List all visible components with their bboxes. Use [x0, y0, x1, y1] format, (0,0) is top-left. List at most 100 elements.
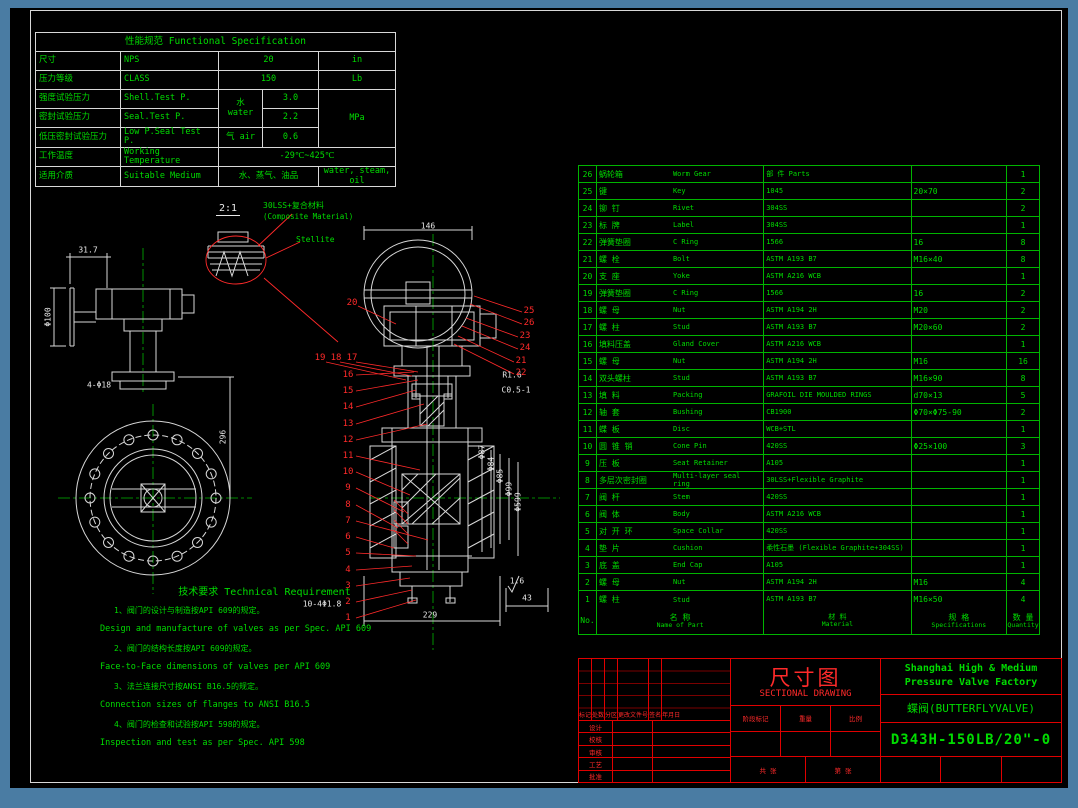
part-callout-number: 8 [345, 500, 350, 510]
technical-requirement-line: Face-to-Face dimensions of valves per AP… [92, 658, 437, 677]
part-number: 6 [579, 506, 597, 522]
part-callout-number: 14 [343, 402, 354, 412]
part-number: 24 [579, 200, 597, 216]
part-spec: d70×13 [912, 387, 1008, 403]
part-material: ASTM A216 WCB [764, 506, 911, 522]
part-material: ASTM A193 B7 [764, 591, 911, 608]
spec-lowseal-en: Low P.Seal Test P. [121, 128, 219, 148]
part-name-zh: 垫 片 [599, 543, 673, 554]
part-number: 17 [579, 319, 597, 335]
part-quantity: 1 [1007, 268, 1039, 284]
spec-pressure-unit: MPa [319, 90, 396, 148]
part-spec [912, 472, 1008, 488]
part-name: 多层次密封圈 Multi-layer seal ring [597, 472, 764, 488]
part-spec: M20 [912, 302, 1008, 318]
signature-row: 批准 [579, 771, 730, 782]
parts-list: 26 蜗轮箱 Worm Gear 部 件 Parts 1 25 键 Key 10… [578, 165, 1040, 635]
part-callout-number: 17 [347, 353, 358, 363]
spec-medium-val: 水、蒸气、油品 [219, 167, 319, 187]
bottom-cell [881, 757, 941, 782]
part-material: 1566 [764, 234, 911, 250]
part-number: 22 [579, 234, 597, 250]
spec-seal-en: Seal.Test P. [121, 109, 219, 128]
parts-table-row: 22 弹簧垫圈 C Ring 1566 16 8 [579, 234, 1039, 251]
part-spec: M20×60 [912, 319, 1008, 335]
part-callout-number: 21 [516, 356, 527, 366]
part-callout-number: 9 [345, 483, 350, 493]
part-name: 螺 母 Nut [597, 574, 764, 590]
part-material: ASTM A216 WCB [764, 336, 911, 352]
parts-table-row: 19 弹簧垫圈 C Ring 1566 16 2 [579, 285, 1039, 302]
part-name: 垫 片 Cushion [597, 540, 764, 556]
part-material: CB1900 [764, 404, 911, 420]
parts-table-row: 15 螺 母 Nut ASTM A194 2H M16 16 [579, 353, 1039, 370]
parts-table-row: 13 填 料 Packing GRAFOIL DIE MOULDED RINGS… [579, 387, 1039, 404]
part-callout-number: 3 [345, 581, 350, 591]
sheet-count-row: 共 张第 张 [731, 757, 880, 782]
part-quantity: 2 [1007, 302, 1039, 318]
part-callout-number: 20 [347, 298, 358, 308]
part-material: 部 件 Parts [764, 166, 911, 182]
spec-size-en: NPS [121, 52, 219, 71]
spec-medium-val-en: water, steam, oil [319, 167, 396, 187]
part-number: 4 [579, 540, 597, 556]
technical-requirements: 技术要求 Technical Requirement 1、阀门的设计与制造按AP… [92, 583, 437, 753]
part-spec: 16 [912, 285, 1008, 301]
part-quantity: 8 [1007, 234, 1039, 250]
part-quantity: 2 [1007, 285, 1039, 301]
dimension-label: Φ87 [478, 445, 487, 459]
part-name-en: Space Collar [673, 527, 761, 535]
part-spec [912, 455, 1008, 471]
part-name-en: End Cap [673, 561, 761, 569]
header-quantity-en: Quantity [1007, 622, 1038, 629]
dimension-label: 4-Φ18 [87, 381, 111, 390]
part-number: 5 [579, 523, 597, 539]
dimension-label: Φ599 [514, 492, 523, 511]
spec-temp-val: -29℃~425℃ [219, 147, 396, 167]
part-number: 26 [579, 166, 597, 182]
dimension-label: Φ99 [505, 482, 514, 496]
stage-weight-scale-values [731, 732, 880, 758]
part-name: 阀 体 Body [597, 506, 764, 522]
part-name: 阀 杆 Stem [597, 489, 764, 505]
part-quantity: 1 [1007, 336, 1039, 352]
part-spec: 20×70 [912, 183, 1008, 199]
parts-table-row: 3 底 盖 End Cap A105 1 [579, 557, 1039, 574]
parts-table-row: 5 对 开 环 Space Collar 420SS 1 [579, 523, 1039, 540]
part-spec [912, 540, 1008, 556]
mid-label-cell: 重量 [781, 706, 831, 731]
header-spec-en: Specifications [931, 622, 986, 629]
parts-table-row: 14 双头螺柱 Stud ASTM A193 B7 M16×90 8 [579, 370, 1039, 387]
dimension-label: 43 [522, 594, 532, 603]
parts-table-row: 26 蜗轮箱 Worm Gear 部 件 Parts 1 [579, 166, 1039, 183]
part-spec [912, 166, 1008, 182]
technical-requirement-line: Inspection and test as per Spec. API 598 [92, 734, 437, 753]
part-name-zh: 标 牌 [599, 220, 673, 231]
parts-table-row: 2 螺 母 Nut ASTM A194 2H M16 4 [579, 574, 1039, 591]
part-name-zh: 填 料 [599, 390, 673, 401]
spec-class-val: 150 [219, 71, 319, 90]
spec-title: 性能规范 Functional Specification [36, 33, 396, 52]
part-callout-number: 7 [345, 516, 350, 526]
section-view [364, 226, 548, 626]
part-name-zh: 阀 体 [599, 509, 673, 520]
parts-table-row: 23 标 牌 Label 304SS 1 [579, 217, 1039, 234]
part-name: 螺 母 Nut [597, 302, 764, 318]
parts-table-row: 17 螺 柱 Stud ASTM A193 B7 M20×60 2 [579, 319, 1039, 336]
technical-requirement-line: 4、阀门的检查和试验按API 598的规定。 [92, 715, 437, 734]
date-cell [653, 771, 730, 782]
part-spec [912, 489, 1008, 505]
dimension-label: 1.6 [510, 577, 524, 586]
parts-table-row: 25 键 Key 1045 20×70 2 [579, 183, 1039, 200]
part-spec: M16×50 [912, 591, 1008, 608]
signature-label: 工艺 [579, 758, 613, 769]
scale-weight-grid: 阶段标记重量比例 共 张第 张 [731, 705, 880, 782]
part-name-en: Bolt [673, 255, 761, 263]
parts-table-row: 20 支 座 Yoke ASTM A216 WCB 1 [579, 268, 1039, 285]
parts-list-rows: 26 蜗轮箱 Worm Gear 部 件 Parts 1 25 键 Key 10… [579, 166, 1039, 608]
part-quantity: 1 [1007, 421, 1039, 437]
part-name-zh: 压 板 [599, 458, 673, 469]
drawing-name-en: SECTIONAL DRAWING [731, 689, 880, 705]
part-number: 21 [579, 251, 597, 267]
parts-table-row: 7 阀 杆 Stem 420SS 1 [579, 489, 1039, 506]
